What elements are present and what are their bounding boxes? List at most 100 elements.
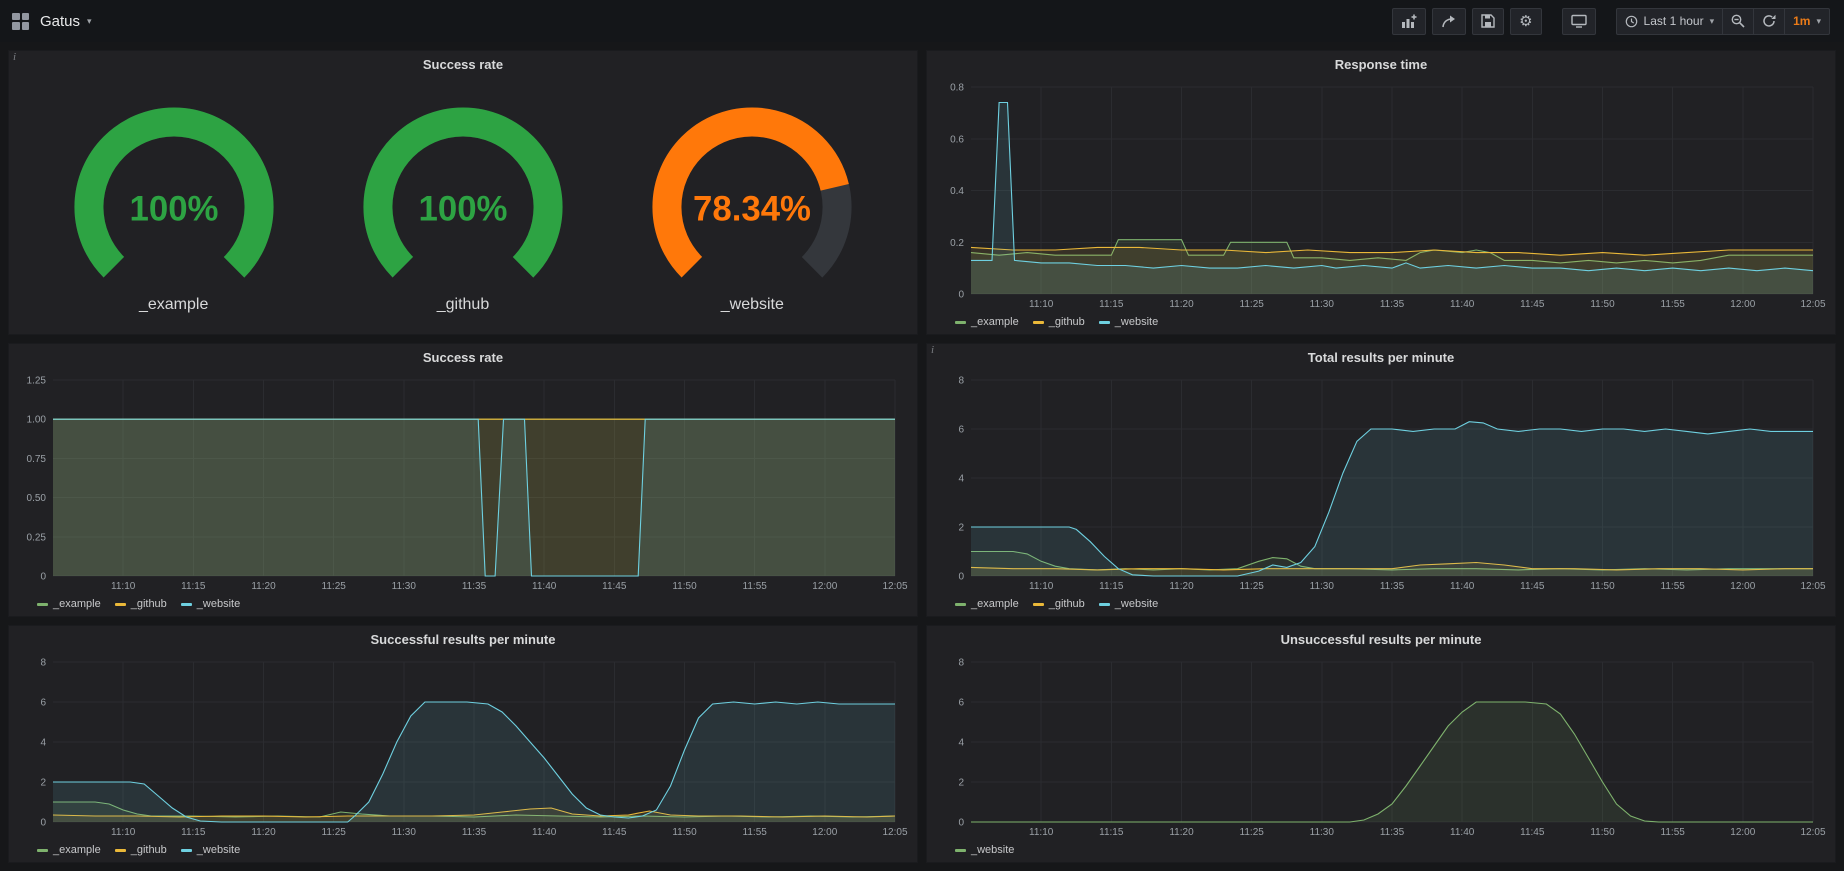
- legend-label: _website: [1115, 598, 1158, 610]
- refresh-interval-button[interactable]: 1m ▾: [1784, 8, 1830, 35]
- panel-response-time: Response time 00.20.40.60.811:1011:1511:…: [926, 50, 1836, 335]
- legend-item-_github[interactable]: _github: [115, 598, 167, 610]
- x-tick-label: 11:10: [1029, 299, 1054, 310]
- gauge-value: 100%: [129, 190, 218, 229]
- x-tick-label: 11:15: [1099, 581, 1124, 592]
- legend-item-_website[interactable]: _website: [1099, 316, 1158, 328]
- legend-item-_website[interactable]: _website: [1099, 598, 1158, 610]
- x-tick-label: 11:10: [1029, 827, 1054, 838]
- dashboard-grid: i Success rate 100%_example100%_github78…: [0, 42, 1844, 871]
- x-tick-label: 11:35: [462, 827, 487, 838]
- add-panel-icon: [1401, 14, 1417, 29]
- legend-label: _example: [53, 844, 101, 856]
- panel-title[interactable]: Response time: [927, 51, 1835, 77]
- legend-swatch-icon: [181, 849, 192, 852]
- chart-canvas[interactable]: 0246811:1011:1511:2011:2511:3011:3511:40…: [933, 370, 1829, 594]
- settings-button[interactable]: ⚙: [1510, 8, 1541, 35]
- panel-title[interactable]: Total results per minute: [927, 344, 1835, 370]
- legend-item-_example[interactable]: _example: [955, 316, 1019, 328]
- panel-title[interactable]: Successful results per minute: [9, 626, 917, 652]
- legend-item-_example[interactable]: _example: [37, 844, 101, 856]
- chart-canvas[interactable]: 00.20.40.60.811:1011:1511:2011:2511:3011…: [933, 77, 1829, 312]
- x-tick-label: 12:05: [882, 827, 907, 838]
- legend-swatch-icon: [955, 849, 966, 852]
- time-range-button[interactable]: Last 1 hour ▾: [1616, 8, 1723, 35]
- navbar-left: Gatus ▾: [12, 13, 92, 30]
- legend-item-_website[interactable]: _website: [181, 598, 240, 610]
- refresh-interval-label: 1m: [1793, 14, 1810, 28]
- dashboard-title[interactable]: Gatus ▾: [40, 13, 92, 30]
- y-tick-label: 0.2: [950, 238, 964, 249]
- share-button[interactable]: [1432, 8, 1466, 35]
- legend-swatch-icon: [181, 603, 192, 606]
- caret-down-icon: ▾: [1710, 16, 1715, 27]
- refresh-icon: [1762, 14, 1776, 28]
- x-tick-label: 11:25: [1240, 581, 1265, 592]
- legend-label: _website: [971, 844, 1014, 856]
- gear-icon: ⚙: [1519, 14, 1532, 29]
- refresh-button[interactable]: [1753, 8, 1784, 35]
- x-tick-label: 11:40: [1450, 827, 1475, 838]
- navbar-right: ⚙ Last 1 hour ▾: [1392, 8, 1830, 35]
- panel-info-icon[interactable]: i: [931, 344, 934, 356]
- chart-legend: _website: [933, 840, 1829, 860]
- total-results-chart[interactable]: 0246811:1011:1511:2011:2511:3011:3511:40…: [933, 370, 1829, 594]
- y-tick-label: 2: [958, 778, 964, 789]
- legend-item-_github[interactable]: _github: [1033, 598, 1085, 610]
- x-tick-label: 11:30: [1310, 299, 1335, 310]
- gauge-label: _github: [437, 296, 490, 314]
- panel-body: 100%_example100%_github78.34%_website: [9, 77, 917, 334]
- panel-title[interactable]: Success rate: [9, 344, 917, 370]
- unsuccessful-results-chart[interactable]: 0246811:1011:1511:2011:2511:3011:3511:40…: [933, 652, 1829, 840]
- chart-canvas[interactable]: 00.250.500.751.001.2511:1011:1511:2011:2…: [15, 370, 911, 594]
- save-button[interactable]: [1472, 8, 1504, 35]
- panel-body: 0246811:1011:1511:2011:2511:3011:3511:40…: [9, 652, 917, 862]
- success-rate-chart[interactable]: 00.250.500.751.001.2511:1011:1511:2011:2…: [15, 370, 911, 594]
- legend-swatch-icon: [1099, 321, 1110, 324]
- x-tick-label: 11:50: [1590, 827, 1615, 838]
- x-tick-label: 11:25: [322, 827, 347, 838]
- x-tick-label: 11:20: [251, 581, 276, 592]
- x-tick-label: 12:00: [812, 581, 837, 592]
- y-tick-label: 0: [40, 818, 46, 829]
- legend-label: _website: [197, 844, 240, 856]
- chart-legend: _example _github _website: [15, 594, 911, 614]
- chart-canvas[interactable]: 0246811:1011:1511:2011:2511:3011:3511:40…: [15, 652, 911, 840]
- legend-item-_example[interactable]: _example: [955, 598, 1019, 610]
- y-tick-label: 4: [958, 738, 964, 749]
- legend-item-_website[interactable]: _website: [955, 844, 1014, 856]
- legend-item-_example[interactable]: _example: [37, 598, 101, 610]
- panel-title[interactable]: Success rate: [9, 51, 917, 77]
- x-tick-label: 11:25: [1240, 299, 1265, 310]
- y-tick-label: 4: [958, 474, 964, 485]
- legend-swatch-icon: [37, 603, 48, 606]
- zoom-out-button[interactable]: [1722, 8, 1753, 35]
- x-tick-label: 11:35: [1380, 827, 1405, 838]
- panel-success-rate-gauges: i Success rate 100%_example100%_github78…: [8, 50, 918, 335]
- add-panel-button[interactable]: [1392, 8, 1426, 35]
- legend-label: _example: [971, 598, 1019, 610]
- panel-title[interactable]: Unsuccessful results per minute: [927, 626, 1835, 652]
- clock-icon: [1625, 15, 1638, 28]
- series-fill: [53, 419, 895, 576]
- y-tick-label: 8: [958, 376, 964, 387]
- chart-canvas[interactable]: 0246811:1011:1511:2011:2511:3011:3511:40…: [933, 652, 1829, 840]
- successful-results-chart[interactable]: 0246811:1011:1511:2011:2511:3011:3511:40…: [15, 652, 911, 840]
- legend-label: _github: [131, 844, 167, 856]
- panel-info-icon[interactable]: i: [13, 51, 16, 63]
- x-tick-label: 12:00: [1730, 299, 1755, 310]
- legend-label: _example: [53, 598, 101, 610]
- y-tick-label: 8: [40, 658, 46, 669]
- x-tick-label: 11:55: [743, 581, 768, 592]
- response-time-chart[interactable]: 00.20.40.60.811:1011:1511:2011:2511:3011…: [933, 77, 1829, 312]
- dashboard-grid-icon[interactable]: [12, 13, 29, 30]
- legend-item-_github[interactable]: _github: [115, 844, 167, 856]
- tv-mode-button[interactable]: [1562, 8, 1596, 35]
- legend-item-_github[interactable]: _github: [1033, 316, 1085, 328]
- legend-item-_website[interactable]: _website: [181, 844, 240, 856]
- x-tick-label: 11:45: [1520, 299, 1545, 310]
- legend-swatch-icon: [115, 603, 126, 606]
- x-tick-label: 11:20: [1169, 299, 1194, 310]
- panel-successful-results: Successful results per minute 0246811:10…: [8, 625, 918, 863]
- y-tick-label: 4: [40, 738, 46, 749]
